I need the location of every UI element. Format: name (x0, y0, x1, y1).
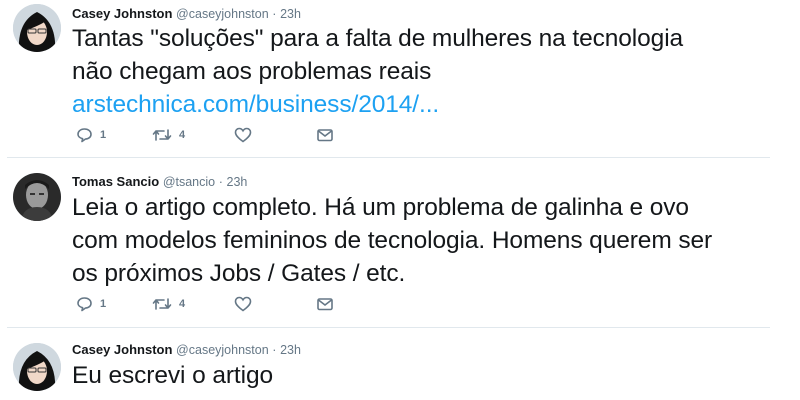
author-handle[interactable]: @tsancio (163, 175, 215, 189)
envelope-icon (316, 296, 334, 312)
like-button[interactable] (234, 125, 252, 145)
reply-count: 1 (100, 129, 107, 141)
envelope-icon (316, 127, 334, 143)
tweet[interactable]: Casey Johnston @caseyjohnston · 23h Eu e… (0, 328, 770, 400)
tweet-text-line: com modelos femininos de tecnologia. Hom… (72, 227, 713, 254)
reply-count: 1 (100, 298, 107, 310)
retweet-icon (152, 127, 172, 143)
direct-message-button[interactable] (316, 294, 334, 314)
tweet-header: Tomas Sancio @tsancio · 23h (72, 174, 247, 190)
retweet-button[interactable]: 4 (152, 125, 185, 145)
tweet[interactable]: Tomas Sancio @tsancio · 23h Leia o artig… (0, 158, 770, 328)
timestamp[interactable]: 23h (280, 343, 301, 357)
author-name[interactable]: Casey Johnston (72, 342, 172, 357)
heart-icon (234, 296, 252, 312)
tweet-text-line: Eu escrevi o artigo (72, 362, 274, 389)
retweet-count: 4 (179, 298, 186, 310)
reply-button[interactable]: 1 (76, 294, 106, 314)
author-name[interactable]: Casey Johnston (72, 6, 172, 21)
tweet-text: Eu escrevi o artigo (72, 359, 772, 392)
tweet-link[interactable]: arstechnica.com/business/2014/... (72, 88, 772, 121)
tweet-text-line: Leia o artigo completo. Há um problema d… (72, 194, 689, 221)
heart-icon (234, 127, 252, 143)
retweet-icon (152, 296, 172, 312)
tweet-header: Casey Johnston @caseyjohnston · 23h (72, 6, 301, 22)
tweet[interactable]: Casey Johnston @caseyjohnston · 23h Tant… (0, 0, 770, 158)
timestamp[interactable]: 23h (227, 175, 248, 189)
tweet-text: Leia o artigo completo. Há um problema d… (72, 191, 772, 290)
reply-icon (76, 127, 93, 143)
tweet-text-line: não chegam aos problemas reais (72, 58, 432, 85)
separator-dot: · (272, 343, 277, 357)
avatar[interactable] (13, 173, 61, 221)
separator-dot: · (218, 175, 223, 189)
retweet-count: 4 (179, 129, 186, 141)
timestamp[interactable]: 23h (280, 7, 301, 21)
direct-message-button[interactable] (316, 125, 334, 145)
avatar[interactable] (13, 4, 61, 52)
tweet-header: Casey Johnston @caseyjohnston · 23h (72, 342, 301, 358)
retweet-button[interactable]: 4 (152, 294, 185, 314)
author-handle[interactable]: @caseyjohnston (176, 343, 269, 357)
author-name[interactable]: Tomas Sancio (72, 174, 159, 189)
like-button[interactable] (234, 294, 252, 314)
avatar[interactable] (13, 343, 61, 391)
separator-dot: · (272, 7, 277, 21)
reply-button[interactable]: 1 (76, 125, 106, 145)
tweet-text-line: Tantas "soluções" para a falta de mulher… (72, 25, 684, 52)
tweet-text-line: os próximos Jobs / Gates / etc. (72, 260, 406, 287)
tweet-text: Tantas "soluções" para a falta de mulher… (72, 22, 772, 121)
reply-icon (76, 296, 93, 312)
author-handle[interactable]: @caseyjohnston (176, 7, 269, 21)
